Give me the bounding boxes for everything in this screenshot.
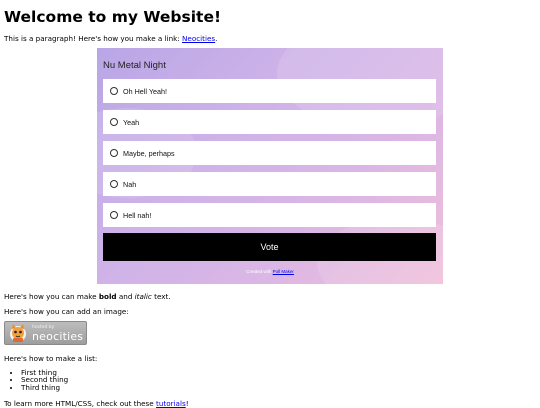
- radio-button[interactable]: [110, 211, 118, 219]
- poll-option-5[interactable]: Hell nah!: [103, 203, 436, 227]
- intro-after: .: [215, 34, 218, 43]
- bold-word: bold: [98, 292, 117, 301]
- tutorials-link[interactable]: tutorials: [156, 399, 186, 408]
- badge-big-text: neocities: [32, 330, 84, 343]
- footer-after: !: [185, 399, 189, 408]
- hosted-by-neocities-badge[interactable]: hosted by neocities: [4, 321, 87, 345]
- list-item: Third thing: [21, 383, 68, 391]
- vote-button[interactable]: Vote: [103, 233, 436, 261]
- poll-option-3[interactable]: Maybe, perhaps: [103, 141, 436, 165]
- poll-credit: Created with Poll Maker: [97, 269, 443, 274]
- poll-option-4[interactable]: Nah: [103, 172, 436, 196]
- radio-button[interactable]: [110, 149, 118, 157]
- list-intro: Here's how to make a list:: [4, 354, 98, 363]
- bold-line-mid: and: [116, 292, 135, 301]
- poll-maker-link[interactable]: Poll Maker: [273, 269, 294, 274]
- footer-text: To learn more HTML/CSS, check out these: [4, 399, 157, 408]
- poll-option-label: Hell nah!: [123, 210, 152, 220]
- neocities-link[interactable]: Neocities: [182, 34, 215, 43]
- credit-text: Created with: [246, 269, 273, 274]
- poll-option-label: Yeah: [123, 117, 140, 127]
- formatting-paragraph: Here's how you can make bold and italic …: [4, 292, 171, 301]
- example-list: First thing Second thing Third thing: [14, 369, 68, 391]
- poll-option-label: Maybe, perhaps: [123, 148, 175, 158]
- radio-button[interactable]: [110, 118, 118, 126]
- intro-paragraph: This is a paragraph! Here's how you make…: [4, 34, 217, 43]
- page-title: Welcome to my Website!: [4, 8, 222, 26]
- poll-title: Nu Metal Night: [103, 60, 166, 71]
- bold-line-post: text.: [151, 292, 171, 301]
- radio-button[interactable]: [110, 180, 118, 188]
- intro-text: This is a paragraph! Here's how you make…: [4, 34, 183, 43]
- image-paragraph: Here's how you can add an image:: [4, 307, 129, 316]
- poll-option-label: Nah: [123, 179, 137, 189]
- poll-widget: Nu Metal Night Oh Hell Yeah! Yeah Maybe,…: [97, 48, 443, 284]
- poll-option-1[interactable]: Oh Hell Yeah!: [103, 79, 436, 103]
- radio-button[interactable]: [110, 87, 118, 95]
- bold-line-pre: Here's how you can make: [4, 292, 99, 301]
- footer-paragraph: To learn more HTML/CSS, check out these …: [4, 399, 189, 408]
- neocities-cat-icon: [10, 324, 26, 342]
- poll-option-label: Oh Hell Yeah!: [123, 86, 167, 96]
- italic-word: italic: [134, 292, 152, 301]
- poll-option-2[interactable]: Yeah: [103, 110, 436, 134]
